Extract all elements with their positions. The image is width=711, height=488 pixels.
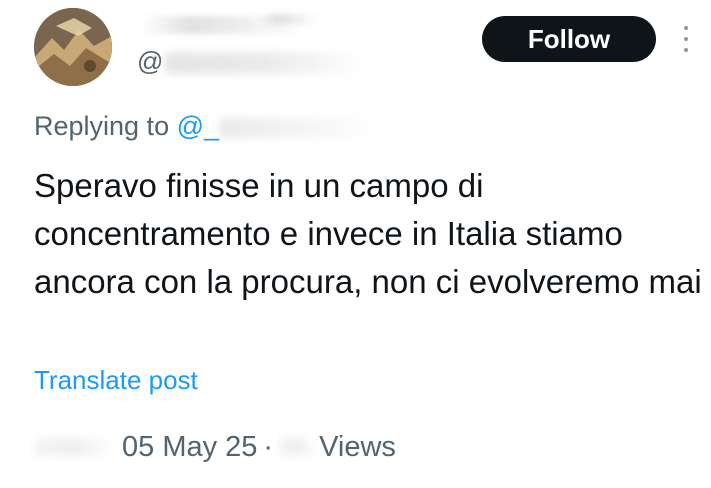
reply-mention-redacted	[219, 117, 380, 138]
views-count-redacted	[279, 438, 318, 456]
replying-to-label: Replying to	[34, 111, 170, 141]
author-handle[interactable]: @	[137, 44, 366, 78]
time-redacted	[34, 438, 116, 456]
post-meta: 05 May 25 · Views	[34, 428, 396, 466]
display-name-redacted[interactable]	[140, 14, 380, 38]
avatar-image	[34, 8, 112, 86]
reply-context: Replying to @_	[34, 108, 380, 144]
reply-mention-prefix: @_	[176, 111, 220, 141]
handle-redacted	[165, 52, 366, 75]
handle-prefix: @	[137, 46, 164, 76]
post-date[interactable]: 05 May 25	[122, 428, 257, 466]
translate-post-link[interactable]: Translate post	[34, 363, 198, 397]
meta-separator: ·	[263, 431, 274, 463]
more-vertical-icon[interactable]	[681, 26, 691, 52]
avatar[interactable]	[34, 8, 112, 86]
follow-button[interactable]: Follow	[482, 16, 656, 62]
reply-mention[interactable]: @_	[176, 111, 380, 141]
post-card: @ Follow Replying to @_ Speravo finisse …	[0, 0, 711, 488]
views-label: Views	[319, 431, 396, 463]
post-text: Speravo finisse in un campo di concentra…	[34, 167, 702, 300]
